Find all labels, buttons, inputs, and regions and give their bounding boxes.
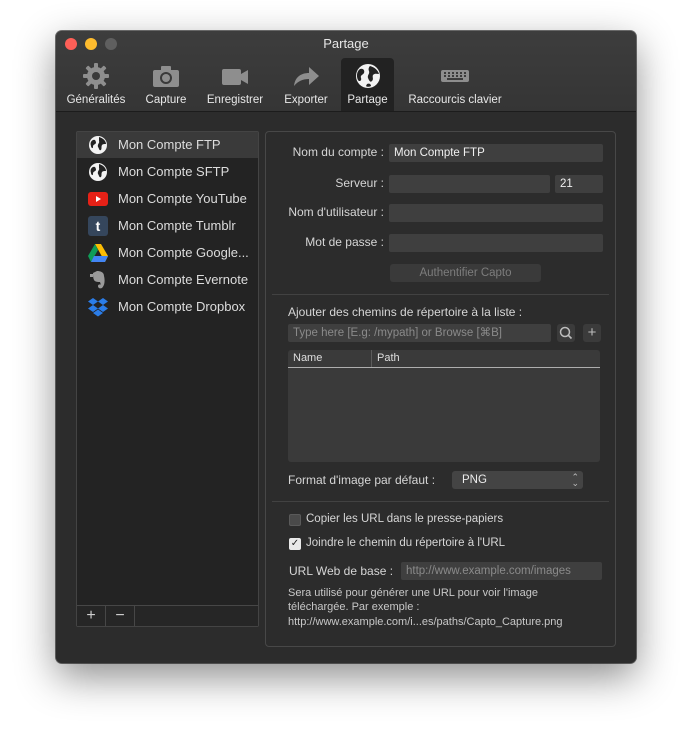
copy-url-checkbox[interactable] [289,514,301,526]
column-header-path[interactable]: Path [377,350,400,367]
base-url-note-example: http://www.example.com/i...es/paths/Capt… [288,616,563,628]
path-input-placeholder: Type here [E.g: /mypath] or Browse [⌘B] [293,327,503,339]
gear-icon [83,63,109,89]
globe-icon [89,163,107,181]
remove-account-button[interactable]: − [106,606,135,626]
server-label: Serveur : [335,176,384,190]
account-name-label: Nom du compte : [292,145,384,159]
globe-icon [355,64,380,88]
tab-enregistrer-label: Enregistrer [206,94,264,106]
tab-partage-label: Partage [347,94,388,106]
video-camera-icon [222,69,248,85]
share-arrow-icon [294,67,319,86]
paths-label: Ajouter des chemins de répertoire à la l… [288,305,523,319]
path-input[interactable]: Type here [E.g: /mypath] or Browse [⌘B] [288,324,551,342]
toolbar: Partage Généralités Capture Enregistrer … [56,31,636,112]
preferences-window: Partage Généralités Capture Enregistrer … [56,31,636,663]
list-footer: + − [77,605,258,626]
join-path-checkbox[interactable]: ✓ [289,538,301,550]
list-item-label: Mon Compte SFTP [118,164,230,179]
base-url-label: URL Web de base : [289,564,394,578]
camera-icon [153,66,179,87]
tab-generalites[interactable]: Généralités [62,58,130,111]
dropbox-icon [88,298,108,317]
list-item-label: Mon Compte Tumblr [118,218,236,233]
browse-button[interactable] [557,324,575,342]
account-settings-panel: Nom du compte : Mon Compte FTP Serveur :… [265,131,616,647]
tab-enregistrer[interactable]: Enregistrer [200,58,270,111]
google-drive-icon [88,244,108,262]
server-field[interactable] [389,175,550,193]
format-label: Format d'image par défaut : [288,473,436,487]
username-field[interactable] [389,204,603,222]
keyboard-icon [441,70,469,82]
password-label: Mot de passe : [305,235,384,249]
tab-exporter-label: Exporter [284,94,328,106]
list-item-youtube[interactable]: Mon Compte YouTube [77,186,258,212]
list-item-ftp[interactable]: Mon Compte FTP [77,132,258,158]
copy-url-label: Copier les URL dans le presse-papiers [306,513,504,525]
svg-text:t: t [96,218,101,234]
format-select-value: PNG [462,474,487,486]
port-field[interactable]: 21 [555,175,603,193]
tab-raccourcis-clavier[interactable]: Raccourcis clavier [402,58,508,111]
accounts-list: Mon Compte FTP Mon Compte SFTP Mon Compt… [76,131,259,627]
authenticate-button[interactable]: Authentifier Capto [390,264,541,282]
add-account-button[interactable]: + [77,606,106,626]
tab-generalites-label: Généralités [66,94,126,106]
column-divider [371,350,372,367]
base-url-note-line2: téléchargée. Par exemple : [288,601,420,613]
globe-icon [89,136,107,154]
column-header-name[interactable]: Name [293,350,322,367]
account-name-field[interactable]: Mon Compte FTP [389,144,603,162]
separator [272,294,609,295]
format-select[interactable]: PNG ⌃ ⌄ [452,471,583,489]
add-path-button[interactable]: + [583,324,601,342]
base-url-placeholder: http://www.example.com/images [406,565,571,577]
content-area: Mon Compte FTP Mon Compte SFTP Mon Compt… [56,112,636,663]
list-item-label: Mon Compte Dropbox [118,299,246,314]
tab-capture-label: Capture [145,94,187,106]
tab-partage[interactable]: Partage [341,58,394,111]
tab-raccourcis-clavier-label: Raccourcis clavier [408,94,502,106]
list-item-dropbox[interactable]: Mon Compte Dropbox [77,294,258,320]
base-url-field[interactable]: http://www.example.com/images [401,562,602,580]
join-path-label: Joindre le chemin du répertoire à l'URL [306,537,506,549]
youtube-icon [88,192,108,206]
username-label: Nom d'utilisateur : [288,205,384,219]
list-item-label: Mon Compte YouTube [118,191,247,206]
password-field[interactable] [389,234,603,252]
tab-capture[interactable]: Capture [138,58,194,111]
list-item-tumblr[interactable]: t Mon Compte Tumblr [77,213,258,239]
list-item-label: Mon Compte Evernote [118,272,249,287]
chevron-down-icon: ⌄ [571,478,579,488]
paths-table: Name Path [288,350,600,462]
tab-exporter[interactable]: Exporter [278,58,334,111]
tumblr-icon: t [88,216,108,236]
list-item-label: Mon Compte FTP [118,137,221,152]
header-underline [288,367,600,368]
evernote-icon [90,271,105,289]
list-item-evernote[interactable]: Mon Compte Evernote [77,267,258,293]
list-item-label: Mon Compte Google... [118,245,249,260]
search-icon [559,326,573,340]
list-item-google[interactable]: Mon Compte Google... [77,240,258,266]
base-url-note-line1: Sera utilisé pour générer une URL pour v… [288,587,538,599]
window-title: Partage [323,36,369,51]
list-item-sftp[interactable]: Mon Compte SFTP [77,159,258,185]
separator [272,501,609,502]
